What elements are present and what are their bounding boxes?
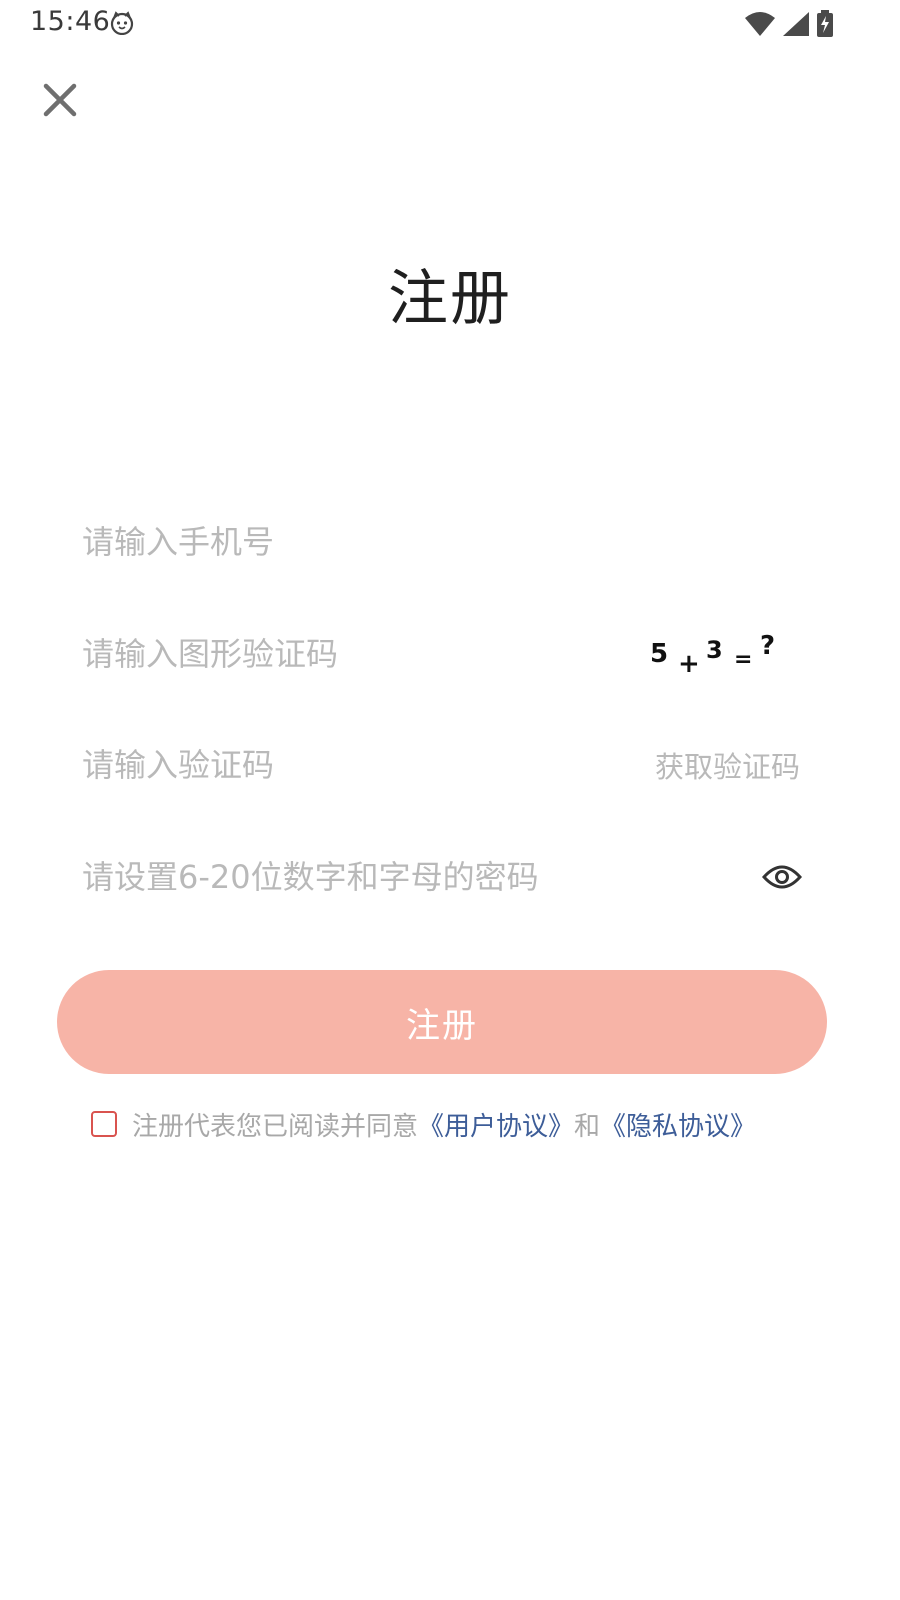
svg-text:=: =	[734, 647, 752, 672]
sms-code-input[interactable]	[82, 735, 655, 795]
close-icon	[43, 83, 77, 117]
page-title: 注册	[388, 264, 512, 334]
captcha-input[interactable]	[82, 624, 642, 684]
status-bar: 15:46	[0, 0, 900, 48]
agreement-conjunction: 和	[574, 1111, 601, 1142]
cell-signal-icon	[783, 12, 809, 36]
phone-input[interactable]	[82, 512, 822, 572]
agreement-checkbox[interactable]	[91, 1111, 117, 1137]
battery-charging-icon	[817, 10, 833, 37]
password-field	[82, 837, 822, 917]
eye-icon	[762, 865, 802, 889]
privacy-agreement-link[interactable]: 《隐私协议》	[600, 1106, 756, 1143]
close-button[interactable]	[36, 76, 84, 124]
agreement-row: 注册代表您已阅读并同意 《用户协议》 和 《隐私协议》	[91, 1104, 756, 1144]
get-sms-code-button[interactable]: 获取验证码	[655, 744, 800, 786]
user-agreement-link[interactable]: 《用户协议》	[418, 1106, 574, 1143]
status-icons	[744, 9, 834, 39]
status-time: 15:46	[30, 6, 111, 37]
svg-text:5: 5	[650, 639, 668, 669]
register-button[interactable]: 注册	[57, 970, 827, 1074]
sms-code-field: 获取验证码	[82, 725, 822, 805]
svg-text:?: ?	[760, 631, 775, 661]
svg-text:3: 3	[706, 636, 723, 664]
captcha-image[interactable]: 5 + 3 = ?	[642, 624, 792, 684]
password-input[interactable]	[82, 847, 760, 907]
phone-field	[82, 502, 822, 582]
svg-text:+: +	[678, 649, 700, 679]
password-visibility-toggle[interactable]	[760, 855, 804, 899]
agreement-prefix: 注册代表您已阅读并同意	[132, 1111, 419, 1142]
wifi-icon	[745, 12, 775, 36]
register-screen: 15:46 注册 请输入手机号 请输入图形验证码 5 + 3 = ? 请输入验证…	[0, 0, 900, 1600]
captcha-field: 5 + 3 = ?	[82, 614, 822, 694]
cat-face-icon	[110, 11, 134, 35]
